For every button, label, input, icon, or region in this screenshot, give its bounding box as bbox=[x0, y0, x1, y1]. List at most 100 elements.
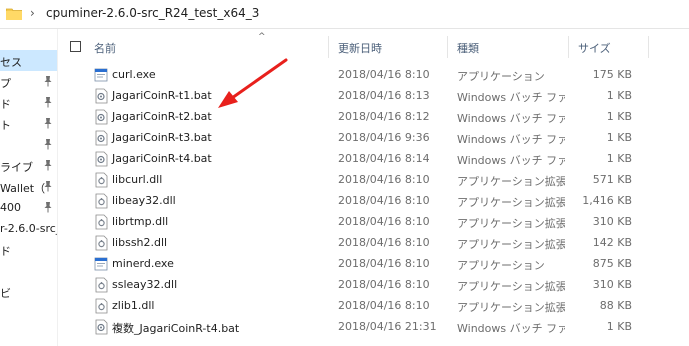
file-row[interactable]: JagariCoinR-t2.bat 2018/04/16 8:12 Windows… bbox=[60, 106, 689, 127]
file-name: libeay32.dll bbox=[112, 194, 176, 207]
column-divider[interactable] bbox=[447, 36, 448, 58]
file-row[interactable]: zlib1.dll 2018/04/16 8:10 アプリケーション拡張 88 KB bbox=[60, 295, 689, 316]
file-row[interactable]: libssh2.dll 2018/04/16 8:10 アプリケーション拡張 142 … bbox=[60, 232, 689, 253]
file-date: 2018/04/16 8:10 bbox=[338, 194, 430, 207]
file-size: 175 KB bbox=[592, 68, 632, 81]
nav-item[interactable]: r-2.6.0-src_ bbox=[0, 218, 57, 239]
file-row[interactable]: JagariCoinR-t4.bat 2018/04/16 8:14 Windows… bbox=[60, 148, 689, 169]
file-row[interactable]: 複数_JagariCoinR-t4.bat 2018/04/16 21:31 Win… bbox=[60, 316, 689, 337]
file-type: Windows バッチ ファ... bbox=[457, 112, 565, 125]
file-date: 2018/04/16 8:13 bbox=[338, 89, 430, 102]
file-type: アプリケーション拡張 bbox=[457, 196, 565, 209]
column-divider[interactable] bbox=[568, 36, 569, 58]
file-type: Windows バッチ ファ... bbox=[457, 322, 565, 335]
column-divider[interactable] bbox=[648, 36, 649, 58]
file-name: zlib1.dll bbox=[112, 299, 155, 312]
file-name: curl.exe bbox=[112, 68, 156, 81]
nav-item[interactable] bbox=[0, 134, 57, 155]
file-name: JagariCoinR-t3.bat bbox=[112, 131, 212, 144]
file-size: 1,416 KB bbox=[582, 194, 632, 207]
nav-item[interactable] bbox=[0, 260, 57, 281]
file-date: 2018/04/16 8:10 bbox=[338, 173, 430, 186]
file-size: 310 KB bbox=[592, 278, 632, 291]
file-date: 2018/04/16 8:14 bbox=[338, 152, 430, 165]
address-path[interactable]: cpuminer-2.6.0-src_R24_test_x64_3 bbox=[46, 6, 259, 20]
file-size: 1 KB bbox=[606, 110, 632, 123]
exe-icon bbox=[94, 68, 108, 82]
nav-item[interactable]: ビ bbox=[0, 281, 57, 302]
dll-icon bbox=[95, 193, 108, 209]
folder-icon bbox=[6, 8, 22, 20]
file-type: アプリケーション拡張 bbox=[457, 217, 565, 230]
file-type: Windows バッチ ファ... bbox=[457, 91, 565, 104]
column-divider[interactable] bbox=[328, 36, 329, 58]
select-all-checkbox[interactable] bbox=[70, 41, 81, 52]
file-type: アプリケーション bbox=[457, 259, 545, 272]
file-row[interactable]: minerd.exe 2018/04/16 8:10 アプリケーション 875 KB bbox=[60, 253, 689, 274]
file-type: アプリケーション拡張 bbox=[457, 280, 565, 293]
dll-icon bbox=[95, 298, 108, 314]
file-size: 1 KB bbox=[606, 152, 632, 165]
file-row[interactable]: ssleay32.dll 2018/04/16 8:10 アプリケーション拡張 310… bbox=[60, 274, 689, 295]
column-header-size[interactable]: サイズ bbox=[578, 40, 611, 56]
nav-item-label: 400 bbox=[0, 201, 21, 214]
file-type: アプリケーション拡張 bbox=[457, 301, 565, 314]
pin-icon[interactable] bbox=[43, 117, 53, 129]
pin-icon[interactable] bbox=[43, 159, 53, 171]
nav-item[interactable]: 400 bbox=[0, 197, 57, 218]
nav-item[interactable]: プ bbox=[0, 71, 57, 92]
nav-item-label: Wallet（ bbox=[0, 182, 46, 195]
file-name: JagariCoinR-t4.bat bbox=[112, 152, 212, 165]
dll-icon bbox=[95, 172, 108, 188]
file-date: 2018/04/16 8:10 bbox=[338, 278, 430, 291]
file-size: 1 KB bbox=[606, 89, 632, 102]
nav-item-label: r-2.6.0-src_ bbox=[0, 222, 58, 235]
nav-item[interactable]: ライブ bbox=[0, 155, 57, 176]
file-name: 複数_JagariCoinR-t4.bat bbox=[112, 322, 240, 335]
file-type: アプリケーション bbox=[457, 70, 545, 83]
pin-icon[interactable] bbox=[43, 75, 53, 87]
nav-item-label: ビ bbox=[0, 287, 11, 300]
nav-item[interactable]: Wallet（ bbox=[0, 176, 57, 197]
file-row[interactable]: curl.exe 2018/04/16 8:10 アプリケーション 175 KB bbox=[60, 64, 689, 85]
dll-icon bbox=[95, 235, 108, 251]
file-row[interactable]: JagariCoinR-t1.bat 2018/04/16 8:13 Windows… bbox=[60, 85, 689, 106]
file-type: Windows バッチ ファ... bbox=[457, 154, 565, 167]
file-size: 142 KB bbox=[592, 236, 632, 249]
nav-item[interactable]: ド bbox=[0, 92, 57, 113]
nav-item[interactable]: ト bbox=[0, 113, 57, 134]
file-size: 875 KB bbox=[592, 257, 632, 270]
nav-item[interactable]: セス bbox=[0, 50, 57, 71]
file-row[interactable]: libeay32.dll 2018/04/16 8:10 アプリケーション拡張 1,4… bbox=[60, 190, 689, 211]
pin-icon[interactable] bbox=[43, 138, 53, 150]
chevron-right-icon[interactable]: › bbox=[30, 6, 35, 20]
column-header-type[interactable]: 種類 bbox=[457, 40, 479, 56]
nav-item-label: ライブ bbox=[0, 161, 33, 174]
file-name: minerd.exe bbox=[112, 257, 174, 270]
file-name: libcurl.dll bbox=[112, 173, 163, 186]
dll-icon bbox=[95, 214, 108, 230]
file-type: アプリケーション拡張 bbox=[457, 175, 565, 188]
pin-icon[interactable] bbox=[43, 180, 53, 192]
nav-item-label: セス bbox=[0, 56, 22, 69]
file-date: 2018/04/16 8:12 bbox=[338, 110, 430, 123]
pin-icon[interactable] bbox=[43, 201, 53, 213]
address-bar[interactable]: › cpuminer-2.6.0-src_R24_test_x64_3 bbox=[0, 0, 689, 29]
file-size: 310 KB bbox=[592, 215, 632, 228]
file-row[interactable]: JagariCoinR-t3.bat 2018/04/16 9:36 Windows… bbox=[60, 127, 689, 148]
bat-icon bbox=[95, 319, 108, 335]
file-row[interactable]: libcurl.dll 2018/04/16 8:10 アプリケーション拡張 571 … bbox=[60, 169, 689, 190]
bat-icon bbox=[95, 88, 108, 104]
column-header-row: ^ 名前 更新日時 種類 サイズ bbox=[60, 32, 689, 60]
file-row[interactable]: librtmp.dll 2018/04/16 8:10 アプリケーション拡張 310 … bbox=[60, 211, 689, 232]
column-header-name[interactable]: 名前 bbox=[94, 40, 116, 56]
pin-icon[interactable] bbox=[43, 96, 53, 108]
file-type: アプリケーション拡張 bbox=[457, 238, 565, 251]
nav-item-label: プ bbox=[0, 77, 11, 90]
bat-icon bbox=[95, 109, 108, 125]
nav-item[interactable]: ド bbox=[0, 239, 57, 260]
file-date: 2018/04/16 8:10 bbox=[338, 236, 430, 249]
column-header-date[interactable]: 更新日時 bbox=[338, 40, 382, 56]
file-type: Windows バッチ ファ... bbox=[457, 133, 565, 146]
sort-indicator-icon: ^ bbox=[258, 32, 266, 42]
